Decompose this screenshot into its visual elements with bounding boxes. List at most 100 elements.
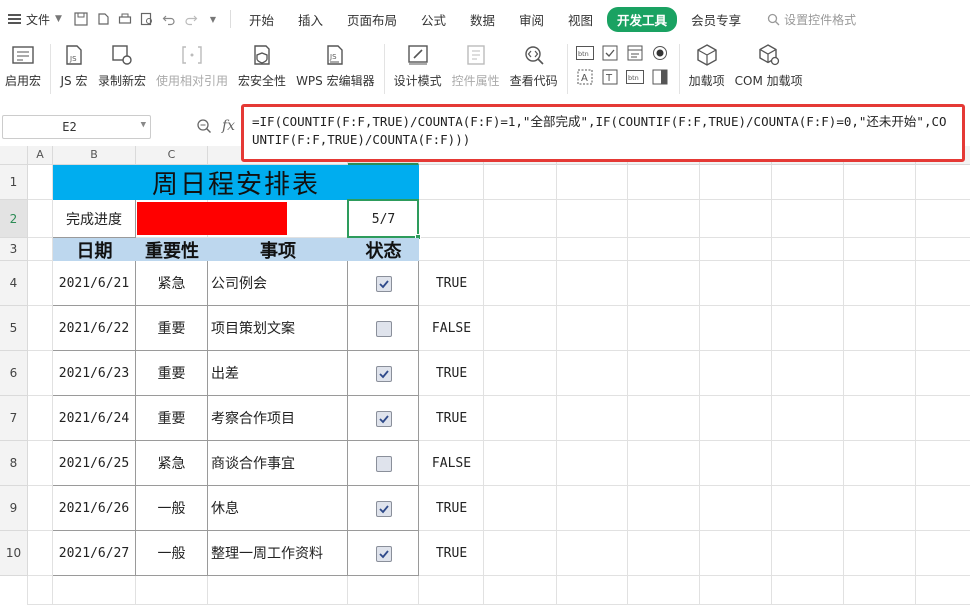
task-date[interactable]: 2021/6/21 <box>53 261 136 306</box>
addins-button[interactable]: 加载项 <box>684 42 730 89</box>
row-header-1[interactable]: 1 <box>0 165 28 200</box>
row-header-10[interactable]: 10 <box>0 531 28 576</box>
save-icon[interactable] <box>70 8 92 30</box>
row-header-7[interactable]: 7 <box>0 396 28 441</box>
task-checkbox[interactable] <box>375 500 392 517</box>
checkbox-control-icon[interactable] <box>601 44 619 62</box>
row-header-5[interactable]: 5 <box>0 306 28 351</box>
relative-reference-button[interactable]: 使用相对引用 <box>151 42 233 89</box>
grid-line <box>627 165 628 605</box>
task-priority[interactable]: 一般 <box>136 486 208 531</box>
task-flag[interactable]: TRUE <box>419 351 484 396</box>
select-all-corner[interactable] <box>0 146 28 165</box>
task-name[interactable]: 休息 <box>208 486 348 531</box>
enable-macro-button[interactable]: 启用宏 <box>0 42 46 89</box>
textbox-control-icon[interactable]: T <box>601 68 619 86</box>
macro-editor-button[interactable]: JS WPS 宏编辑器 <box>291 42 380 89</box>
task-flag[interactable]: TRUE <box>419 261 484 306</box>
header-priority[interactable]: 重要性 <box>136 238 208 261</box>
header-status[interactable]: 状态 <box>348 238 419 261</box>
task-name[interactable]: 出差 <box>208 351 348 396</box>
ribbon-separator <box>383 44 385 94</box>
customize-toolbar-icon[interactable]: ▼ <box>202 8 224 30</box>
button-control-icon[interactable]: btn <box>575 44 594 62</box>
formula-input[interactable]: =IF(COUNTIF(F:F,TRUE)/COUNTA(F:F)=1,"全部完… <box>241 104 965 162</box>
design-mode-button[interactable]: 设计模式 <box>389 42 447 89</box>
task-date[interactable]: 2021/6/25 <box>53 441 136 486</box>
record-macro-button[interactable]: 录制新宏 <box>93 42 151 89</box>
task-checkbox[interactable] <box>375 410 392 427</box>
macro-security-button[interactable]: 宏安全性 <box>233 42 291 89</box>
task-flag[interactable]: FALSE <box>419 441 484 486</box>
row-header-8[interactable]: 8 <box>0 441 28 486</box>
js-macro-button[interactable]: JS JS 宏 <box>55 42 93 89</box>
column-header-a[interactable]: A <box>28 146 53 165</box>
redo-icon[interactable] <box>180 8 202 30</box>
tab-insert[interactable]: 插入 <box>288 7 333 32</box>
task-priority[interactable]: 一般 <box>136 531 208 576</box>
export-icon[interactable] <box>92 8 114 30</box>
task-name[interactable]: 整理一周工作资料 <box>208 531 348 576</box>
row-header-9[interactable]: 9 <box>0 486 28 531</box>
tab-view[interactable]: 视图 <box>558 7 603 32</box>
task-checkbox[interactable] <box>375 455 392 472</box>
task-name[interactable]: 考察合作项目 <box>208 396 348 441</box>
control-properties-button[interactable]: 控件属性 <box>447 42 505 89</box>
task-checkbox[interactable] <box>375 275 392 292</box>
column-header-c[interactable]: C <box>136 146 208 165</box>
task-flag[interactable]: FALSE <box>419 306 484 351</box>
task-priority[interactable]: 重要 <box>136 396 208 441</box>
com-addins-button[interactable]: COM 加载项 <box>730 42 808 89</box>
row-header-3[interactable]: 3 <box>0 238 28 261</box>
print-icon[interactable] <box>114 8 136 30</box>
tab-developer[interactable]: 开发工具 <box>607 6 678 32</box>
task-checkbox[interactable] <box>375 365 392 382</box>
column-header-b[interactable]: B <box>53 146 136 165</box>
header-task[interactable]: 事项 <box>208 238 348 261</box>
search-box[interactable]: 设置控件格式 <box>767 11 856 28</box>
task-date[interactable]: 2021/6/24 <box>53 396 136 441</box>
tab-home[interactable]: 开始 <box>239 7 284 32</box>
label-control-icon[interactable]: A <box>576 68 594 86</box>
task-date[interactable]: 2021/6/26 <box>53 486 136 531</box>
tab-page-layout[interactable]: 页面布局 <box>337 7 407 32</box>
task-priority[interactable]: 紧急 <box>136 441 208 486</box>
task-date[interactable]: 2021/6/22 <box>53 306 136 351</box>
zoom-icon[interactable] <box>196 118 212 134</box>
row-header-6[interactable]: 6 <box>0 351 28 396</box>
name-box[interactable]: E2 ▼ <box>2 115 151 139</box>
task-priority[interactable]: 重要 <box>136 351 208 396</box>
task-priority[interactable]: 紧急 <box>136 261 208 306</box>
insert-function-icon[interactable]: fx <box>222 118 235 134</box>
task-priority[interactable]: 重要 <box>136 306 208 351</box>
task-date[interactable]: 2021/6/23 <box>53 351 136 396</box>
header-date[interactable]: 日期 <box>53 238 136 261</box>
combobox-control-icon[interactable] <box>626 44 644 62</box>
sheet-title[interactable]: 周日程安排表 <box>53 165 419 200</box>
task-date[interactable]: 2021/6/27 <box>53 531 136 576</box>
tab-data[interactable]: 数据 <box>460 7 505 32</box>
tab-review[interactable]: 审阅 <box>509 7 554 32</box>
row-header-4[interactable]: 4 <box>0 261 28 306</box>
scrollbar-control-icon[interactable] <box>651 68 669 86</box>
radio-control-icon[interactable] <box>651 44 669 62</box>
task-flag[interactable]: TRUE <box>419 396 484 441</box>
command-button-control-icon[interactable]: btn <box>625 68 644 86</box>
task-name[interactable]: 公司例会 <box>208 261 348 306</box>
view-code-button[interactable]: 查看代码 <box>505 42 563 89</box>
progress-label[interactable]: 完成进度 <box>53 200 136 238</box>
row-header-2[interactable]: 2 <box>0 200 28 238</box>
worksheet-grid[interactable]: ABCDEFGHIJKLM12345678910周日程安排表完成进度5/7日期重… <box>0 146 970 605</box>
print-preview-icon[interactable] <box>136 8 158 30</box>
tab-formulas[interactable]: 公式 <box>411 7 456 32</box>
task-checkbox[interactable] <box>375 545 392 562</box>
task-name[interactable]: 项目策划文案 <box>208 306 348 351</box>
task-checkbox[interactable] <box>375 320 392 337</box>
file-menu[interactable]: 文件 ▼ <box>0 0 70 38</box>
tab-member[interactable]: 会员专享 <box>681 7 751 32</box>
task-flag[interactable]: TRUE <box>419 531 484 576</box>
undo-icon[interactable] <box>158 8 180 30</box>
task-flag[interactable]: TRUE <box>419 486 484 531</box>
checkmark-icon <box>378 504 389 513</box>
task-name[interactable]: 商谈合作事宜 <box>208 441 348 486</box>
